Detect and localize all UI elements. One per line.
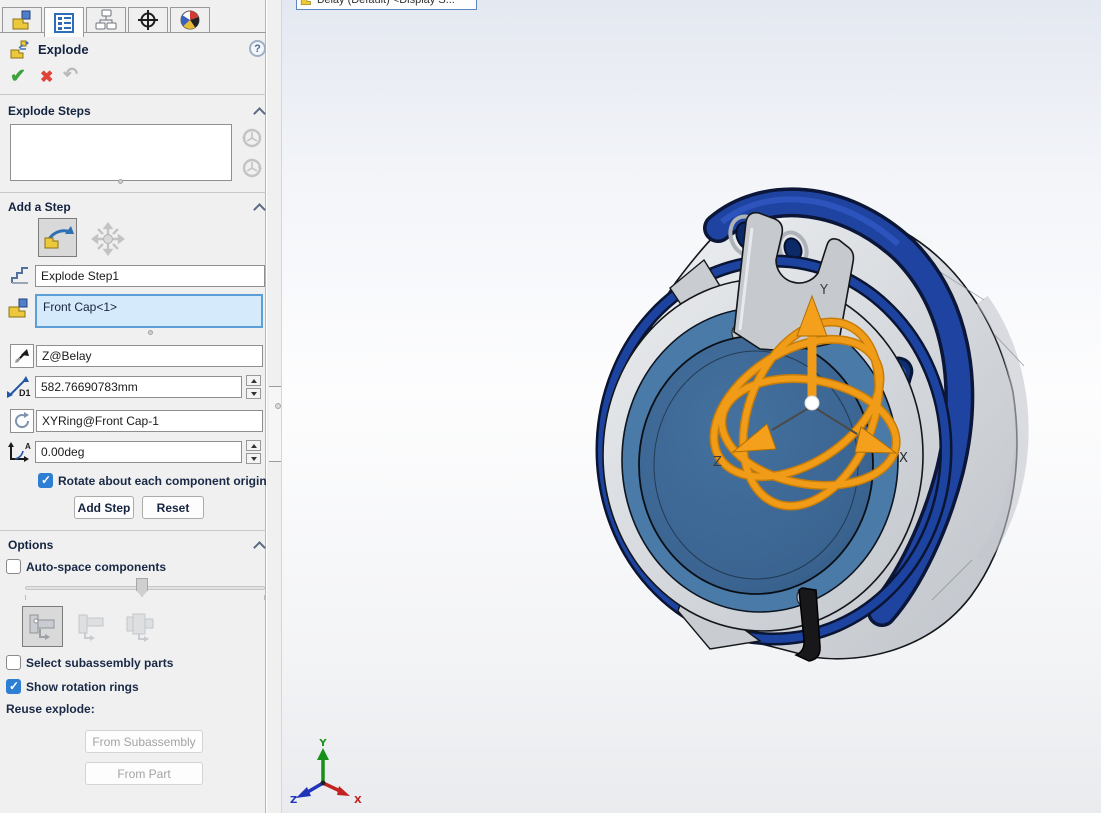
angle-field[interactable]: 0.00deg — [35, 441, 242, 463]
angle-icon: A — [6, 440, 33, 465]
pm-actions: ✔ ✖ ↷ — [0, 64, 266, 90]
dimxpert-icon — [136, 9, 160, 31]
svg-text:A: A — [25, 442, 31, 451]
spacing-option-2-icon[interactable] — [74, 610, 110, 644]
manipulator-origin-dot[interactable] — [805, 396, 819, 410]
panel-header: Explode ? — [0, 40, 266, 62]
slider-tick — [25, 595, 26, 600]
svg-text:D1: D1 — [19, 388, 31, 398]
property-manager-panel: Explode ? ✔ ✖ ↷ Explode Steps — [0, 0, 266, 813]
page-title: Explode — [38, 42, 89, 57]
collapse-options-icon[interactable] — [255, 540, 264, 549]
spin-up-icon[interactable] — [246, 440, 261, 451]
auto-space-slider-thumb[interactable] — [136, 578, 148, 597]
auto-space-label: Auto-space components — [26, 560, 166, 574]
from-part-button[interactable]: From Part — [85, 762, 203, 785]
undo-icon[interactable]: ↷ — [63, 64, 78, 85]
assembly-icon — [10, 9, 34, 31]
components-selection-box[interactable]: Front Cap<1> — [35, 294, 263, 328]
add-step-button[interactable]: Add Step — [74, 496, 134, 519]
redo-explode-step-icon[interactable] — [240, 156, 264, 180]
collapse-add-step-icon[interactable] — [255, 202, 264, 211]
direction-field[interactable]: Z@Belay — [36, 345, 263, 367]
step-name-icon — [9, 264, 31, 286]
step-name-field[interactable]: Explode Step1 — [35, 265, 265, 287]
reference-triad: Y Z X — [290, 738, 362, 806]
select-subassembly-checkbox[interactable] — [6, 655, 21, 670]
components-icon — [7, 296, 31, 320]
show-rotation-rings-label: Show rotation rings — [26, 680, 139, 694]
direction-icon[interactable] — [10, 344, 34, 368]
panel-tab-bar — [0, 0, 266, 33]
from-subassembly-button[interactable]: From Subassembly — [85, 730, 203, 753]
manipulator-z-label: Z — [713, 455, 722, 470]
reset-button[interactable]: Reset — [142, 496, 204, 519]
triad-y-label: Y — [318, 738, 327, 749]
rotate-about-origin-checkbox[interactable] — [38, 473, 53, 488]
options-header: Options — [8, 538, 53, 552]
model-viewport: Y Z X Y Z X — [282, 0, 1101, 813]
spacing-option-1-icon[interactable] — [22, 606, 63, 647]
regular-step-icon[interactable] — [38, 218, 77, 257]
spacing-option-3-icon[interactable] — [122, 610, 158, 644]
selection-resize-grip[interactable] — [148, 330, 153, 335]
explode-steps-list[interactable] — [10, 124, 232, 181]
cancel-icon[interactable]: ✖ — [40, 67, 53, 87]
configurations-icon — [94, 9, 118, 31]
triad-x-label: X — [354, 795, 362, 806]
auto-space-checkbox[interactable] — [6, 559, 21, 574]
rotation-axis-field[interactable]: XYRing@Front Cap-1 — [36, 410, 263, 432]
angle-spinner[interactable] — [246, 440, 261, 464]
tab-display-manager[interactable] — [170, 7, 210, 33]
help-icon[interactable]: ? — [249, 40, 266, 57]
divider — [0, 94, 266, 95]
reuse-explode-label: Reuse explode: — [6, 702, 95, 716]
ok-icon[interactable]: ✔ — [10, 65, 26, 88]
manipulator-x-label: X — [899, 451, 908, 466]
distance-field[interactable]: 582.76690783mm — [35, 376, 242, 398]
radial-step-icon[interactable] — [90, 221, 126, 257]
explode-steps-header: Explode Steps — [8, 104, 91, 118]
tab-dimxpert-manager[interactable] — [128, 7, 168, 33]
list-resize-grip[interactable] — [118, 179, 123, 184]
show-rotation-rings-checkbox[interactable] — [6, 679, 21, 694]
tab-feature-manager[interactable] — [2, 7, 42, 33]
display-manager-icon — [179, 9, 201, 31]
spin-down-icon[interactable] — [246, 388, 261, 399]
undo-explode-step-icon[interactable] — [240, 126, 264, 150]
divider — [0, 530, 266, 531]
manipulator-y-label: Y — [819, 283, 828, 298]
rotate-about-origin-label: Rotate about each component origin — [58, 474, 267, 488]
spin-down-icon[interactable] — [246, 453, 261, 464]
tab-property-manager[interactable] — [44, 7, 84, 37]
divider — [0, 192, 266, 193]
select-subassembly-label: Select subassembly parts — [26, 656, 173, 670]
distance-icon: D1 — [5, 375, 33, 399]
triad-z-label: Z — [290, 795, 297, 806]
spin-up-icon[interactable] — [246, 375, 261, 386]
collapse-explode-steps-icon[interactable] — [255, 106, 264, 115]
property-manager-icon — [53, 12, 75, 34]
graphics-area[interactable]: Belay (Default) <Display S... — [281, 0, 1101, 813]
tab-configuration-manager[interactable] — [86, 7, 126, 33]
distance-spinner[interactable] — [246, 375, 261, 399]
rotation-axis-icon[interactable] — [10, 409, 34, 433]
slider-tick — [264, 595, 265, 600]
solidworks-window: Explode ? ✔ ✖ ↷ Explode Steps — [0, 0, 1101, 813]
explode-feature-icon — [9, 40, 31, 63]
add-step-header: Add a Step — [8, 200, 71, 214]
